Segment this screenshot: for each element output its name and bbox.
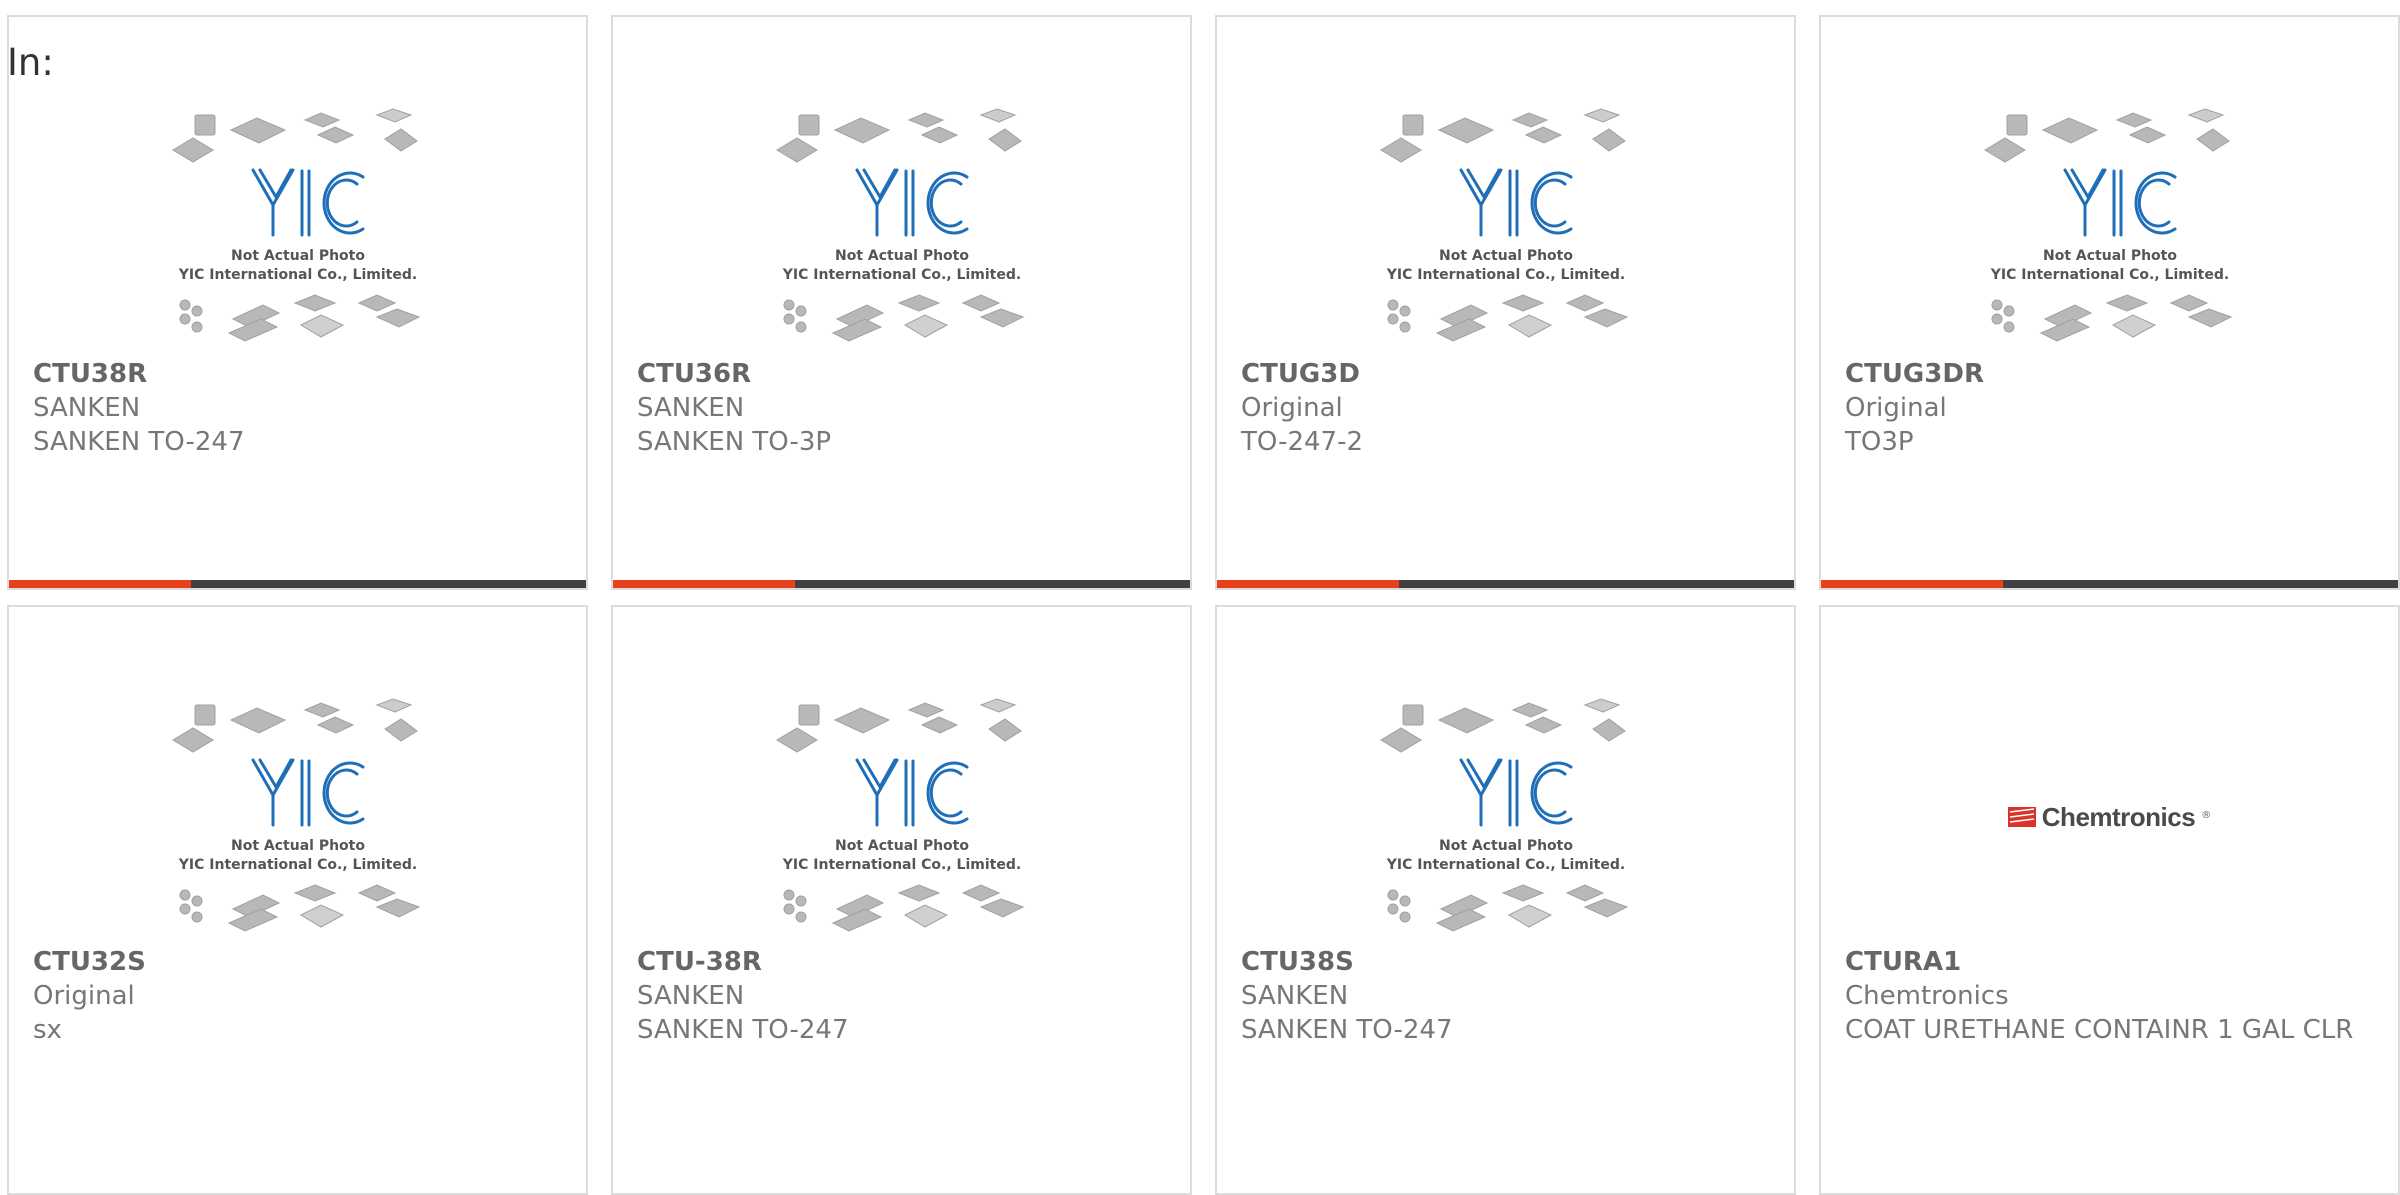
placeholder-photo-icon [767, 695, 1037, 940]
description: SANKEN TO-247 [637, 1015, 849, 1045]
part-number[interactable]: CTU36R [637, 357, 1166, 391]
description: TO-247-2 [1241, 427, 1364, 457]
part-number[interactable]: CTUG3D [1241, 357, 1770, 391]
manufacturer: SANKEN [33, 393, 141, 423]
part-number[interactable]: CTU38S [1241, 945, 1770, 979]
placeholder-photo-icon [163, 695, 433, 940]
product-image[interactable] [1821, 92, 2398, 362]
product-image[interactable]: Chemtronics ® [1821, 682, 2398, 952]
product-image[interactable] [613, 682, 1190, 952]
product-card[interactable]: CTU32S Original sx [7, 605, 588, 1195]
description: SANKEN TO-247 [1241, 1015, 1453, 1045]
part-number[interactable]: CTURA1 [1845, 945, 2374, 979]
chemtronics-logo: Chemtronics ® [2007, 801, 2212, 833]
product-card[interactable]: CTU38R SANKEN SANKEN TO-247 [7, 15, 588, 590]
product-grid: CTU38R SANKEN SANKEN TO-247 CTU36R SANKE… [7, 15, 2400, 1195]
product-image[interactable] [1217, 682, 1794, 952]
manufacturer: SANKEN [637, 981, 745, 1011]
product-card[interactable]: Chemtronics ® CTURA1 Chemtronics COAT UR… [1819, 605, 2400, 1195]
product-card[interactable]: CTU38S SANKEN SANKEN TO-247 [1215, 605, 1796, 1195]
manufacturer: SANKEN [637, 393, 745, 423]
product-image[interactable] [9, 682, 586, 952]
product-card[interactable]: CTU-38R SANKEN SANKEN TO-247 [611, 605, 1192, 1195]
manufacturer: Original [1845, 393, 1947, 423]
card-accent-bar [9, 580, 586, 588]
filter-label: In: [7, 41, 54, 84]
product-card[interactable]: CTUG3D Original TO-247-2 [1215, 15, 1796, 590]
manufacturer: SANKEN [1241, 981, 1349, 1011]
card-accent-bar [1821, 580, 2398, 588]
registered-mark: ® [2201, 809, 2212, 821]
description: SANKEN TO-3P [637, 427, 832, 457]
description: TO3P [1845, 427, 1914, 457]
manufacturer: Original [1241, 393, 1343, 423]
manufacturer: Chemtronics [1845, 981, 2009, 1011]
part-number[interactable]: CTU-38R [637, 945, 1166, 979]
placeholder-photo-icon [163, 105, 433, 350]
placeholder-photo-icon [1371, 695, 1641, 940]
product-image[interactable] [613, 92, 1190, 362]
description: SANKEN TO-247 [33, 427, 245, 457]
part-number[interactable]: CTU32S [33, 945, 562, 979]
part-number[interactable]: CTUG3DR [1845, 357, 2374, 391]
product-card[interactable]: CTU36R SANKEN SANKEN TO-3P [611, 15, 1192, 590]
placeholder-photo-icon [1975, 105, 2245, 350]
part-number[interactable]: CTU38R [33, 357, 562, 391]
product-image[interactable] [1217, 92, 1794, 362]
placeholder-photo-icon [767, 105, 1037, 350]
description: sx [33, 1015, 62, 1045]
brand-logo-text: Chemtronics [2041, 801, 2196, 832]
chemtronics-mark-icon [2007, 807, 2036, 827]
placeholder-photo-icon [1371, 105, 1641, 350]
product-image[interactable] [9, 92, 586, 362]
card-accent-bar [613, 580, 1190, 588]
manufacturer: Original [33, 981, 135, 1011]
description: COAT URETHANE CONTAINR 1 GAL CLR [1845, 1015, 2354, 1045]
product-card[interactable]: CTUG3DR Original TO3P [1819, 15, 2400, 590]
card-accent-bar [1217, 580, 1794, 588]
